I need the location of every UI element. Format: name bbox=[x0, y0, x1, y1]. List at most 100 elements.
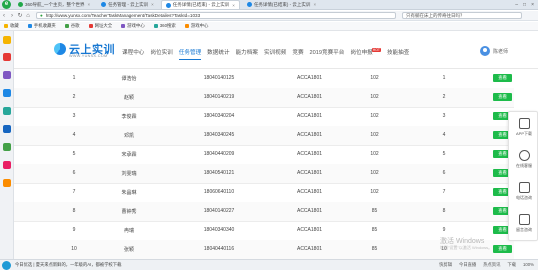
nav-item[interactable]: 2019竞赛平台 bbox=[307, 48, 348, 60]
cloud-logo-icon bbox=[54, 43, 66, 55]
forward-icon[interactable]: › bbox=[8, 13, 16, 19]
float-panel-item[interactable]: APP下载 bbox=[509, 114, 538, 144]
nav-item[interactable]: 数据统计 bbox=[204, 48, 232, 60]
status-logo-icon bbox=[2, 260, 11, 270]
chat-icon[interactable] bbox=[3, 89, 11, 97]
status-item[interactable]: 下载 bbox=[507, 262, 516, 268]
maximize-icon[interactable]: □ bbox=[523, 2, 526, 8]
tab-close-icon[interactable]: × bbox=[232, 3, 235, 8]
view-button[interactable]: 查看 bbox=[493, 245, 512, 253]
refresh-icon[interactable]: ↻ bbox=[16, 12, 24, 19]
browser-tab[interactable]: 任务详情(已结束) - 云上实训 × bbox=[160, 0, 240, 9]
avatar[interactable] bbox=[480, 46, 490, 56]
nav-item[interactable]: 能力档案 bbox=[233, 48, 261, 60]
video-icon[interactable] bbox=[3, 161, 11, 169]
table-row: 9 冉瑞 18040340340 ACCA1801 85 9 查看 bbox=[14, 221, 514, 241]
status-item[interactable]: 100% bbox=[523, 262, 534, 268]
float-panel-item[interactable]: 电话咨询 bbox=[509, 178, 538, 208]
app-icon[interactable] bbox=[3, 71, 11, 79]
nav-item[interactable]: 竞赛 bbox=[289, 48, 306, 60]
search-text: 只有躺在床上的传奇往日吗？ bbox=[406, 12, 465, 18]
bookmark-icon bbox=[4, 24, 8, 28]
bookmark-item[interactable]: 谷歌 bbox=[64, 23, 80, 29]
status-item[interactable]: 今日直播 bbox=[459, 262, 476, 268]
row-index: 1 bbox=[72, 75, 76, 81]
student-id: 18040540121 bbox=[203, 170, 235, 176]
float-panel-item[interactable]: 留言咨询 bbox=[509, 210, 538, 240]
cloud-icon[interactable] bbox=[3, 125, 11, 133]
bookmark-item[interactable]: 网址大全 bbox=[88, 23, 112, 29]
class-name: ACCA1801 bbox=[296, 94, 322, 100]
back-icon[interactable]: ‹ bbox=[0, 13, 8, 19]
browser-tab[interactable]: 任务管理 - 云上实训 × bbox=[97, 0, 158, 9]
bookmark-item[interactable]: 手机收藏夹 bbox=[27, 23, 56, 29]
student-name: 张颖 bbox=[123, 247, 134, 253]
address-bar-row: ‹ › ↻ ⌂ ● http://www.yunsx.com/TeacherTa… bbox=[0, 11, 538, 21]
bookmark-item[interactable]: 360搜索 bbox=[153, 23, 176, 29]
status-item[interactable]: 快剪辑 bbox=[439, 262, 452, 268]
rank: 6 bbox=[442, 170, 446, 176]
nav-item-label: 实训视频 bbox=[263, 50, 287, 56]
score: 85 bbox=[371, 246, 378, 252]
site-header: 云上实训 WWW.YUNSX.COM 课程中心 岗位实训 任务管理 数据统计 能力档案实… bbox=[14, 31, 538, 69]
view-button[interactable]: 查看 bbox=[493, 93, 512, 101]
news-ticker[interactable]: 今日优选 | 夏天来点新鲜的，一年级的AI，都被学校下载 bbox=[15, 262, 121, 268]
student-name: 谭浩怡 bbox=[121, 76, 137, 82]
score: 102 bbox=[370, 170, 379, 176]
tab-close-icon[interactable]: × bbox=[313, 2, 316, 7]
nav-item[interactable]: 技能抽查 bbox=[384, 48, 412, 60]
student-table: 1 谭浩怡 18040140125 ACCA1801 102 1 查看 2 赵颖 18040140… bbox=[14, 69, 514, 259]
browser-tab[interactable]: 任务详情(已结束) - 云上实训 × bbox=[243, 0, 320, 9]
bookmark-item[interactable]: 游戏中心 bbox=[184, 23, 208, 29]
status-item[interactable]: 热点资讯 bbox=[483, 262, 500, 268]
class-name: ACCA1801 bbox=[296, 246, 322, 252]
float-panel-label: 留言咨询 bbox=[516, 227, 532, 232]
shop-icon[interactable] bbox=[3, 179, 11, 187]
float-panel-item[interactable]: 在线客服 bbox=[509, 146, 538, 176]
tab-close-icon[interactable]: × bbox=[151, 2, 154, 7]
browser-logo-icon[interactable]: e bbox=[2, 0, 11, 9]
browser-tab[interactable]: 360导航_一个主页，整个世界 × bbox=[14, 0, 94, 9]
bookmark-label: 360搜索 bbox=[159, 23, 176, 28]
tab-label: 360导航_一个主页，整个世界 bbox=[25, 1, 85, 7]
row-index: 7 bbox=[72, 189, 76, 195]
nav-item[interactable]: 岗位实训 bbox=[147, 48, 175, 60]
bookmark-item[interactable]: 收藏 bbox=[4, 23, 19, 29]
bookmark-item[interactable]: 游戏中心 bbox=[121, 23, 145, 29]
game-icon[interactable] bbox=[3, 107, 11, 115]
user-name[interactable]: 陈老师 bbox=[493, 48, 508, 55]
browser-sidebar bbox=[0, 31, 14, 259]
bookmark-label: 谷歌 bbox=[70, 23, 80, 28]
class-name: ACCA1801 bbox=[296, 113, 322, 119]
window-controls: – □ × bbox=[515, 2, 534, 8]
row-index: 10 bbox=[71, 246, 77, 252]
student-name: 刘雯瑞 bbox=[121, 171, 137, 177]
close-window-icon[interactable]: × bbox=[531, 2, 534, 8]
nav-item-label: 2019竞赛平台 bbox=[309, 50, 345, 56]
row-index: 9 bbox=[72, 227, 76, 233]
weibo-icon[interactable] bbox=[3, 53, 11, 61]
student-id: 18040440116 bbox=[203, 246, 235, 252]
nav-item[interactable]: 任务管理 bbox=[176, 48, 204, 60]
url-input[interactable]: ● http://www.yunsx.com/TeacherTaskManage… bbox=[36, 12, 396, 19]
tab-favicon-icon bbox=[246, 2, 252, 7]
tab-label: 任务管理 - 云上实训 bbox=[108, 1, 149, 7]
view-button[interactable]: 查看 bbox=[493, 74, 512, 82]
music-icon[interactable] bbox=[3, 143, 11, 151]
nav-item[interactable]: 实训视频 bbox=[261, 48, 289, 60]
tab-label: 任务详情(已结束) - 云上实训 bbox=[172, 2, 230, 7]
rank: 7 bbox=[442, 189, 446, 195]
minimize-icon[interactable]: – bbox=[515, 2, 518, 8]
home-icon[interactable]: ⌂ bbox=[24, 13, 32, 19]
bookmark-label: 手机收藏夹 bbox=[33, 23, 56, 28]
nav-item[interactable]: 课程中心 bbox=[119, 48, 147, 60]
status-right-items: 快剪辑 今日直播 热点资讯 下载 100% bbox=[439, 262, 534, 268]
tab-close-icon[interactable]: × bbox=[88, 2, 91, 7]
nav-item[interactable]: 岗位申报HOT bbox=[347, 48, 384, 60]
rank: 9 bbox=[442, 227, 446, 233]
browser-search-input[interactable]: 只有躺在床上的传奇往日吗？ bbox=[402, 12, 522, 19]
class-name: ACCA1801 bbox=[296, 170, 322, 176]
nav-item-label: 竞赛 bbox=[292, 50, 304, 56]
service-float-panel: APP下载 在线客服 电话咨询留言咨询 bbox=[508, 111, 538, 241]
star-icon[interactable] bbox=[3, 36, 11, 44]
